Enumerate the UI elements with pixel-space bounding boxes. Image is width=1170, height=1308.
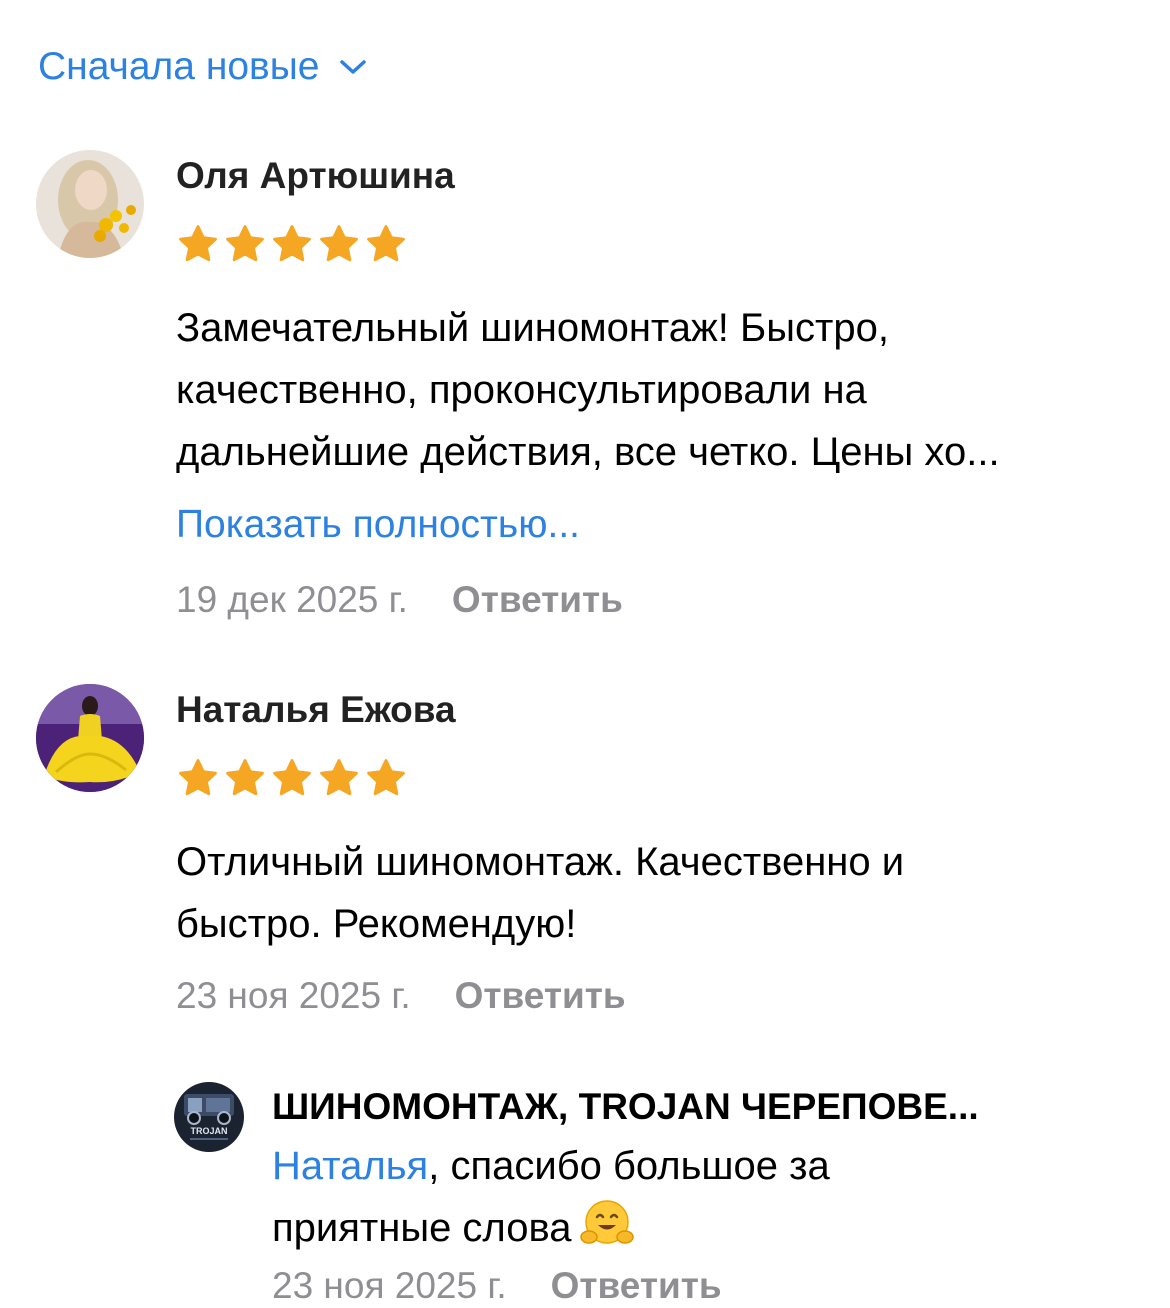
mention-link[interactable]: Наталья bbox=[272, 1144, 428, 1188]
review-text: Отличный шиномонтаж. Качественно и быстр… bbox=[176, 831, 904, 955]
sort-dropdown[interactable]: Сначала новые bbox=[38, 44, 368, 90]
reply-button[interactable]: Ответить bbox=[551, 1264, 722, 1308]
reply-button[interactable]: Ответить bbox=[452, 578, 623, 622]
star-icon bbox=[367, 225, 405, 262]
review-author[interactable]: Наталья Ежова bbox=[176, 688, 456, 732]
star-icon bbox=[367, 759, 405, 796]
star-icon bbox=[179, 759, 217, 796]
review-text-line: качественно, проконсультировали на bbox=[176, 368, 867, 412]
star-icon bbox=[179, 225, 217, 262]
reply-text: Наталья, спасибо большое за приятные сло… bbox=[272, 1135, 830, 1259]
star-icon bbox=[273, 225, 311, 262]
business-logo-text: TROJAN bbox=[190, 1126, 227, 1136]
review-meta: 19 дек 2025 г. Ответить bbox=[176, 578, 623, 622]
avatar[interactable] bbox=[36, 684, 144, 792]
star-icon bbox=[226, 759, 264, 796]
sort-label: Сначала новые bbox=[38, 45, 320, 88]
review-text-line: Замечательный шиномонтаж! Быстро, bbox=[176, 306, 889, 350]
rating-stars bbox=[176, 756, 411, 800]
star-icon bbox=[273, 759, 311, 796]
star-icon bbox=[226, 225, 264, 262]
reply-date: 23 ноя 2025 г. bbox=[272, 1265, 507, 1306]
review-meta: 23 ноя 2025 г. Ответить bbox=[176, 974, 626, 1018]
star-icon bbox=[320, 759, 358, 796]
review-date: 19 дек 2025 г. bbox=[176, 579, 408, 620]
reply-button[interactable]: Ответить bbox=[455, 974, 626, 1018]
reply-text-line: Наталья, спасибо большое за bbox=[272, 1135, 830, 1197]
reply-meta: 23 ноя 2025 г. Ответить bbox=[272, 1264, 722, 1308]
reply-text-line: приятные слова bbox=[272, 1197, 830, 1259]
reply-text-part: приятные слова bbox=[272, 1206, 572, 1250]
hugging-face-icon bbox=[579, 1200, 634, 1244]
avatar[interactable] bbox=[36, 150, 144, 258]
star-icon bbox=[320, 225, 358, 262]
review-text-line: быстро. Рекомендую! bbox=[176, 902, 577, 946]
business-name[interactable]: ШИНОМОНТАЖ, TROJAN ЧЕРЕПОВЕ... bbox=[272, 1085, 979, 1129]
review-author[interactable]: Оля Артюшина bbox=[176, 154, 455, 198]
business-avatar[interactable]: TROJAN bbox=[174, 1082, 244, 1152]
chevron-down-icon bbox=[339, 60, 366, 74]
review-text-line: дальнейшие действия, все четко. Цены хо.… bbox=[176, 430, 1000, 474]
review-date: 23 ноя 2025 г. bbox=[176, 975, 411, 1016]
reply-text-part: , спасибо большое за bbox=[428, 1144, 830, 1188]
show-more-link[interactable]: Показать полностью... bbox=[176, 502, 580, 548]
review-text: Замечательный шиномонтаж! Быстро, качест… bbox=[176, 297, 1000, 483]
review-text-line: Отличный шиномонтаж. Качественно и bbox=[176, 840, 905, 884]
rating-stars bbox=[176, 222, 411, 266]
